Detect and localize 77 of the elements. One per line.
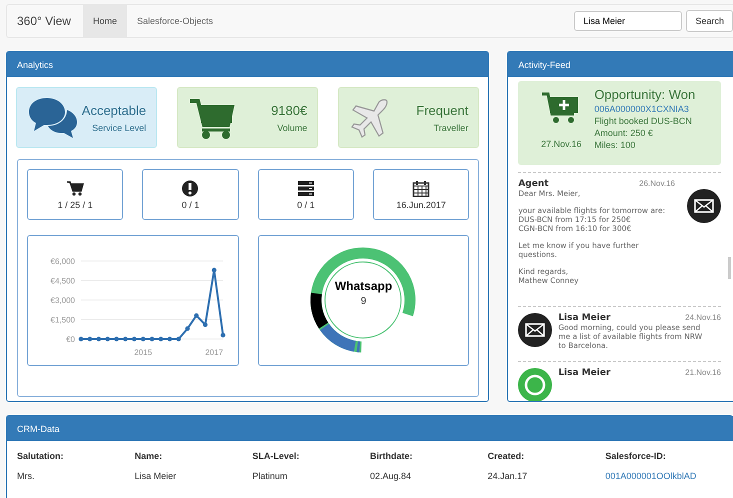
- data-point: [212, 267, 216, 272]
- data-point: [194, 312, 198, 318]
- field-label: Birthdate:: [370, 451, 414, 461]
- activity-date: 27.Nov.16: [541, 139, 582, 149]
- counter-value: 0 / 1: [182, 200, 200, 210]
- opportunity-detail: Flight booked DUS-BCN: [594, 116, 693, 126]
- field-value: Mrs.: [17, 471, 36, 481]
- data-point: [150, 336, 154, 341]
- axis-label: €4,500: [50, 276, 75, 285]
- record-link[interactable]: 001A000001OOlkblAD: [605, 471, 723, 481]
- donut-label: Whatsapp: [334, 278, 392, 292]
- nav-tab[interactable]: Salesforce-Objects: [126, 5, 223, 37]
- shopping-cart-icon: [188, 96, 236, 138]
- stat-label: Service Level: [92, 122, 146, 132]
- activity-date: 21.Nov.16: [685, 368, 721, 377]
- opportunity-link[interactable]: 006A000000X1CXNIA3: [594, 104, 696, 114]
- shopping-cart-icon: [66, 180, 84, 196]
- counter-value: 16.Jun.2017: [396, 200, 446, 210]
- search-field[interactable]: Lisa Meier: [574, 11, 682, 31]
- activity-date: 24.Nov.16: [685, 313, 721, 322]
- field-value: 02.Aug.84: [370, 471, 412, 481]
- stat-label: Volume: [277, 122, 308, 132]
- search-button[interactable]: Search: [686, 10, 733, 32]
- data-point: [78, 336, 84, 341]
- data-point: [158, 336, 163, 341]
- panel-title: Activity-Feed: [518, 60, 570, 70]
- data-point: [122, 336, 128, 341]
- opportunity-title: Opportunity: Won: [594, 87, 696, 102]
- stat-value: Acceptable: [82, 102, 146, 118]
- calendar-icon: [412, 180, 430, 196]
- axis-label: €0: [66, 334, 75, 344]
- opportunity-detail: Amount: 250 €: [594, 128, 654, 138]
- envelope-icon: [518, 313, 552, 347]
- nav-tab[interactable]: Home: [82, 5, 127, 37]
- field-label: Salutation:: [17, 451, 64, 461]
- axis-label: €1,500: [50, 315, 75, 324]
- server-stack-icon: [296, 180, 315, 196]
- axis-label: 2015: [134, 348, 152, 356]
- scrollbar-thumb[interactable]: [728, 257, 731, 279]
- data-point: [185, 326, 190, 330]
- axis-label: €3,000: [50, 296, 75, 304]
- sender-name: Lisa Meier: [558, 368, 610, 378]
- envelope-icon: [687, 189, 721, 223]
- exclamation-icon: [181, 180, 200, 196]
- field-label: SLA-Level:: [252, 451, 300, 461]
- field-label: Name:: [134, 451, 164, 461]
- data-point: [202, 322, 208, 326]
- stat-label: Traveller: [434, 122, 468, 132]
- panel-title: Analytics: [17, 60, 54, 70]
- field-value: Platinum: [252, 471, 288, 481]
- stat-value: Frequent: [416, 102, 468, 118]
- data-point: [167, 336, 172, 341]
- data-point: [140, 336, 146, 341]
- axis-label: €6,000: [50, 256, 75, 266]
- counter-value: 1 / 25 / 1: [58, 200, 93, 210]
- activity-date: 26.Nov.16: [639, 179, 675, 188]
- donut-count: 9: [360, 296, 366, 306]
- sender-name: Lisa Meier: [558, 313, 610, 323]
- stat-value: 9180€: [271, 102, 308, 118]
- data-point: [114, 336, 119, 341]
- counter-value: 0 / 1: [297, 200, 315, 210]
- speech-bubbles-icon: [27, 96, 79, 140]
- data-point: [132, 336, 136, 341]
- data-point: [176, 336, 181, 341]
- data-point: [220, 332, 226, 337]
- field-label: Salesforce-ID:: [605, 451, 667, 461]
- brand-title: 360° View: [16, 14, 72, 28]
- field-label: Created:: [488, 451, 526, 461]
- data-point: [87, 336, 92, 341]
- opportunity-detail: Miles: 100: [594, 140, 636, 150]
- axis-label: 2017: [205, 348, 223, 356]
- field-value: Lisa Meier: [134, 471, 178, 481]
- sender-name: Agent: [518, 179, 549, 189]
- data-point: [105, 336, 110, 341]
- data-point: [96, 336, 101, 341]
- panel-title: CRM-Data: [17, 424, 60, 434]
- field-value: 24.Jan.17: [488, 471, 528, 481]
